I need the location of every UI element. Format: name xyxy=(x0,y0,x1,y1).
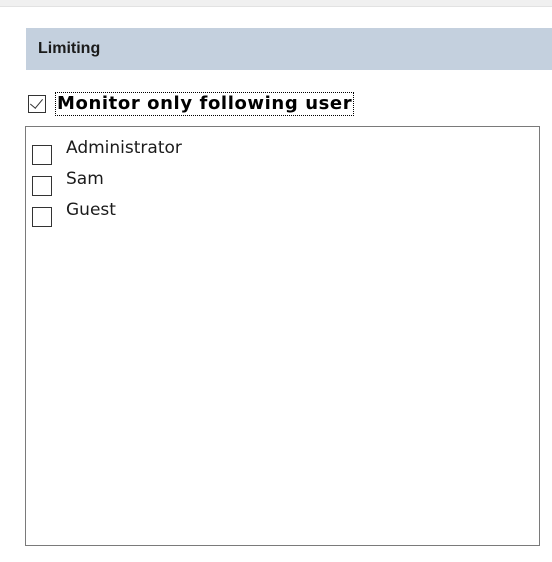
monitor-only-user-label[interactable]: Monitor only following user xyxy=(54,92,355,116)
section-header: Limiting xyxy=(26,28,552,70)
user-label-administrator[interactable]: Administrator xyxy=(66,138,182,158)
list-item-guest[interactable]: Guest xyxy=(26,197,539,228)
user-checklist[interactable]: Administrator Sam Guest xyxy=(25,126,540,546)
user-label-sam[interactable]: Sam xyxy=(66,169,104,189)
monitor-only-user-option[interactable]: Monitor only following user xyxy=(28,92,355,116)
user-checkbox-administrator[interactable] xyxy=(32,144,52,165)
panel-top-edge xyxy=(0,0,552,7)
monitor-only-user-checkbox[interactable] xyxy=(28,95,46,113)
user-label-guest[interactable]: Guest xyxy=(66,200,116,220)
limiting-panel: Limiting Monitor only following user Adm… xyxy=(0,0,552,562)
user-checkbox-guest[interactable] xyxy=(32,206,52,227)
user-checkbox-sam[interactable] xyxy=(32,175,52,196)
section-title: Limiting xyxy=(38,40,101,57)
list-item-sam[interactable]: Sam xyxy=(26,166,539,197)
list-item-administrator[interactable]: Administrator xyxy=(26,135,539,166)
